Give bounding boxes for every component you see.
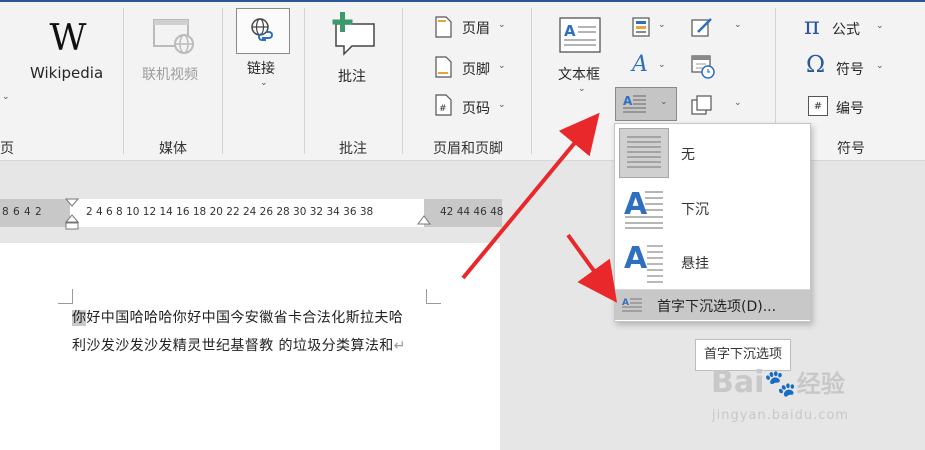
watermark-url: jingyan.baidu.com xyxy=(712,408,849,423)
watermark-brand-cn: 经验 xyxy=(796,370,845,398)
watermark-brand-text: Bai xyxy=(711,365,765,400)
watermark-brand: Bai🐾经验 xyxy=(711,364,845,400)
red-arrow-to-dropcap-button xyxy=(461,112,600,280)
paw-icon: 🐾 xyxy=(764,369,797,399)
red-arrow-to-options-item xyxy=(566,233,618,303)
